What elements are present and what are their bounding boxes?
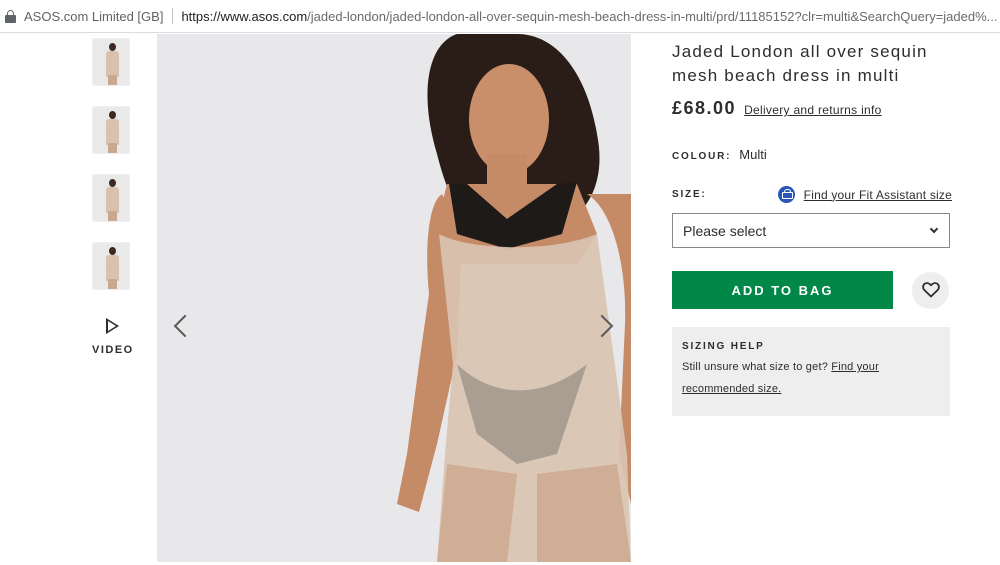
fit-assistant-icon bbox=[777, 186, 795, 203]
next-image-button[interactable] bbox=[590, 306, 621, 346]
product-title: Jaded London all over sequin mesh beach … bbox=[672, 42, 928, 85]
address-bar[interactable]: ASOS.com Limited [GB] https://www.asos.c… bbox=[0, 0, 1000, 33]
chevron-right-icon bbox=[590, 314, 614, 338]
thumbnail-1[interactable] bbox=[92, 38, 130, 86]
site-identity: ASOS.com Limited [GB] bbox=[24, 8, 164, 24]
lock-icon bbox=[5, 9, 16, 23]
chevron-down-icon bbox=[929, 224, 939, 234]
colour-label: COLOUR: bbox=[672, 151, 732, 162]
price-row: £68.00 Delivery and returns info bbox=[672, 98, 952, 119]
product-info-panel: Jaded London all over sequin mesh beach … bbox=[672, 40, 952, 416]
sizing-help-box: SIZING HELP Still unsure what size to ge… bbox=[672, 327, 950, 416]
thumbnail-4[interactable] bbox=[92, 242, 130, 290]
product-price: £68.00 bbox=[672, 98, 737, 118]
product-photo-illustration bbox=[157, 34, 631, 562]
colour-value: Multi bbox=[739, 147, 767, 162]
size-label: SIZE: bbox=[672, 189, 707, 200]
colour-row: COLOUR: Multi bbox=[672, 147, 952, 162]
delivery-returns-link[interactable]: Delivery and returns info bbox=[744, 103, 882, 117]
save-for-later-button[interactable] bbox=[912, 271, 949, 309]
find-recommended-size-link[interactable]: Find your bbox=[831, 361, 879, 373]
size-select-value: Please select bbox=[683, 222, 767, 239]
url-path[interactable]: /jaded-london/jaded-london-all-over-sequ… bbox=[307, 9, 997, 24]
size-row: SIZE: Find your Fit Assistant size bbox=[672, 186, 952, 203]
divider bbox=[172, 8, 174, 24]
add-to-bag-button[interactable]: ADD TO BAG bbox=[672, 271, 893, 309]
bag-row: ADD TO BAG bbox=[672, 271, 952, 309]
product-main-image[interactable] bbox=[157, 34, 631, 562]
sizing-help-text: Still unsure what size to get? Find your… bbox=[682, 356, 940, 400]
find-recommended-size-link-cont[interactable]: recommended size. bbox=[682, 383, 781, 395]
thumbnail-strip bbox=[92, 38, 132, 310]
thumbnail-3[interactable] bbox=[92, 174, 130, 222]
play-icon bbox=[105, 318, 119, 334]
url-host[interactable]: https://www.asos.com bbox=[181, 9, 307, 24]
fit-assistant-link[interactable]: Find your Fit Assistant size bbox=[777, 186, 952, 203]
heart-icon bbox=[921, 282, 940, 298]
video-label: VIDEO bbox=[92, 344, 134, 356]
fit-assistant-text: Find your Fit Assistant size bbox=[803, 187, 952, 202]
chevron-left-icon bbox=[173, 314, 197, 338]
sizing-help-title: SIZING HELP bbox=[682, 341, 765, 352]
size-select[interactable]: Please select bbox=[672, 213, 950, 248]
sizing-help-question: Still unsure what size to get? bbox=[682, 361, 832, 373]
thumbnail-2[interactable] bbox=[92, 106, 130, 154]
previous-image-button[interactable] bbox=[166, 306, 197, 346]
video-button[interactable]: VIDEO bbox=[92, 318, 132, 356]
